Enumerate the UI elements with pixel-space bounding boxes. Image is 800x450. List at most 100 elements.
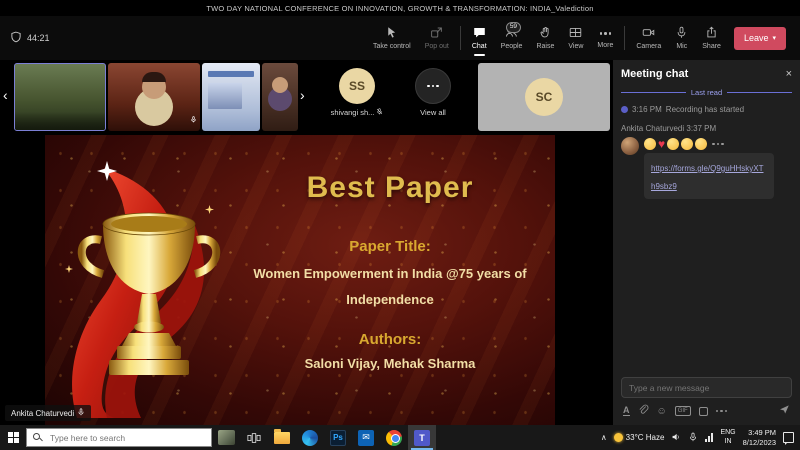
shared-slide: Best Paper Paper Title: Women Empowermen… (45, 135, 555, 425)
video-thumbnail-room[interactable] (14, 63, 106, 131)
meeting-chat-panel: Meeting chat × Last read 3:16 PM Recordi… (612, 60, 800, 425)
taskbar-item-edge[interactable] (296, 425, 324, 450)
taskbar-item-mail[interactable]: ✉ (352, 425, 380, 450)
language-indicator[interactable]: ENG IN (720, 429, 735, 446)
authors-text: Saloni Vijay, Mehak Sharma (250, 355, 530, 373)
start-button[interactable] (0, 425, 26, 450)
camera-button[interactable]: Camera (629, 24, 668, 52)
photo-icon (218, 430, 235, 445)
more-participants-icon (415, 68, 451, 104)
last-read-divider: Last read (613, 86, 800, 99)
tray-time: 3:49 PM (748, 428, 776, 437)
send-icon[interactable] (779, 404, 790, 418)
avatar (621, 137, 639, 155)
taskbar-item-photo[interactable] (212, 425, 240, 450)
chat-message: ♥ https://forms.gle/Q9guHHskyXTh9sbz9 (613, 135, 800, 199)
tray-mic-icon[interactable] (688, 429, 698, 447)
participant-name: shivangi sh... (331, 108, 375, 117)
sun-icon (614, 433, 623, 442)
chrome-icon (386, 430, 402, 446)
presenter-name-badge: Ankita Chaturvedi (5, 405, 91, 421)
mic-button[interactable]: Mic (668, 24, 695, 52)
participant-tile-ss[interactable]: SS shivangi sh... (318, 68, 396, 117)
tray-expand-icon[interactable]: ∧ (601, 433, 607, 442)
reaction-laughing-icon (667, 138, 679, 150)
reaction-surprised-icon (681, 138, 693, 150)
speaker-icon[interactable] (671, 429, 681, 447)
network-icon[interactable] (705, 433, 713, 442)
message-sender-line: Ankita Chaturvedi 3:37 PM (613, 116, 800, 135)
take-control-button[interactable]: Take control (366, 24, 418, 52)
titlebar: TWO DAY NATIONAL CONFERENCE ON INNOVATIO… (0, 0, 800, 16)
edge-icon (302, 430, 318, 446)
trophy-graphic (49, 167, 249, 419)
attach-icon[interactable] (638, 404, 649, 418)
gif-icon[interactable]: GIF (675, 406, 691, 416)
close-icon[interactable]: × (786, 68, 792, 80)
chat-button[interactable]: Chat (465, 24, 494, 52)
gallery-view-icon (569, 26, 582, 41)
raise-hand-button[interactable]: Raise (529, 24, 561, 52)
view-all-label: View all (420, 108, 446, 117)
taskbar-item-teams-active[interactable]: T (408, 425, 436, 450)
leave-button[interactable]: Leave ▾ (734, 27, 786, 50)
view-button[interactable]: View (561, 24, 590, 52)
action-center-icon[interactable] (783, 432, 794, 443)
task-view-icon (247, 431, 261, 445)
taskbar-item-photoshop[interactable]: Ps (324, 425, 352, 450)
sticker-icon[interactable] (699, 407, 708, 416)
mic-icon (190, 110, 197, 128)
pop-out-button[interactable]: Pop out (418, 24, 456, 52)
camera-icon (642, 26, 655, 41)
photoshop-icon: Ps (330, 430, 346, 446)
taskbar-search[interactable] (26, 428, 212, 447)
participant-tile-sc[interactable]: SC (478, 63, 610, 131)
windows-logo-icon (8, 432, 19, 443)
leave-label: Leave (744, 33, 769, 43)
more-button[interactable]: More (590, 25, 620, 51)
task-view-button[interactable] (240, 425, 268, 450)
meeting-toolbar: 44:21 Take control Pop out Chat 59 (0, 16, 800, 60)
message-more-options-icon[interactable] (712, 143, 724, 146)
slide-title: Best Paper (235, 171, 545, 205)
people-label: People (501, 43, 523, 50)
chat-message-input[interactable] (621, 377, 792, 398)
shield-icon (10, 31, 22, 45)
chevron-left-icon[interactable]: ‹ (3, 88, 8, 102)
raise-hand-icon (539, 26, 552, 41)
message-link[interactable]: https://forms.gle/Q9guHHskyXTh9sbz9 (651, 164, 763, 191)
share-button[interactable]: Share (695, 24, 728, 52)
sender-name: Ankita Chaturvedi (621, 124, 684, 133)
composer-more-icon[interactable] (716, 410, 728, 413)
mic-icon (675, 26, 688, 41)
search-icon (33, 433, 43, 443)
taskbar-item-chrome[interactable] (380, 425, 408, 450)
view-all-button[interactable]: View all (398, 68, 468, 117)
toolbar-divider (624, 26, 625, 50)
participant-filmstrip: ‹ › SS shivangi sh... (0, 60, 612, 135)
message-time: 3:37 PM (686, 124, 716, 133)
chevron-down-icon[interactable]: ▾ (772, 34, 776, 42)
chevron-right-icon[interactable]: › (300, 88, 305, 102)
search-input[interactable] (48, 432, 205, 444)
message-reactions: ♥ (644, 138, 774, 150)
authors-label: Authors: (235, 331, 545, 348)
chat-label: Chat (472, 43, 487, 50)
taskbar-clock[interactable]: 3:49 PM 8/12/2023 (743, 428, 776, 448)
pop-out-label: Pop out (425, 43, 449, 50)
people-button[interactable]: 59 People (494, 24, 530, 52)
taskbar-item-file-explorer[interactable] (268, 425, 296, 450)
language-code: ENG (720, 429, 735, 436)
weather-text: 33°C Haze (626, 433, 665, 442)
video-thumbnail-speaker[interactable] (108, 63, 200, 131)
message-composer (621, 377, 792, 398)
more-icon (600, 27, 612, 40)
take-control-label: Take control (373, 43, 411, 50)
video-thumbnail-slide-share[interactable] (202, 63, 260, 131)
emoji-icon[interactable]: ☺ (657, 406, 667, 417)
weather-widget[interactable]: 33°C Haze (614, 433, 665, 442)
format-icon[interactable]: A (623, 406, 630, 416)
raise-label: Raise (536, 43, 554, 50)
composer-toolbar: A ☺ GIF (613, 402, 800, 425)
video-thumbnail-participant[interactable] (262, 63, 298, 131)
